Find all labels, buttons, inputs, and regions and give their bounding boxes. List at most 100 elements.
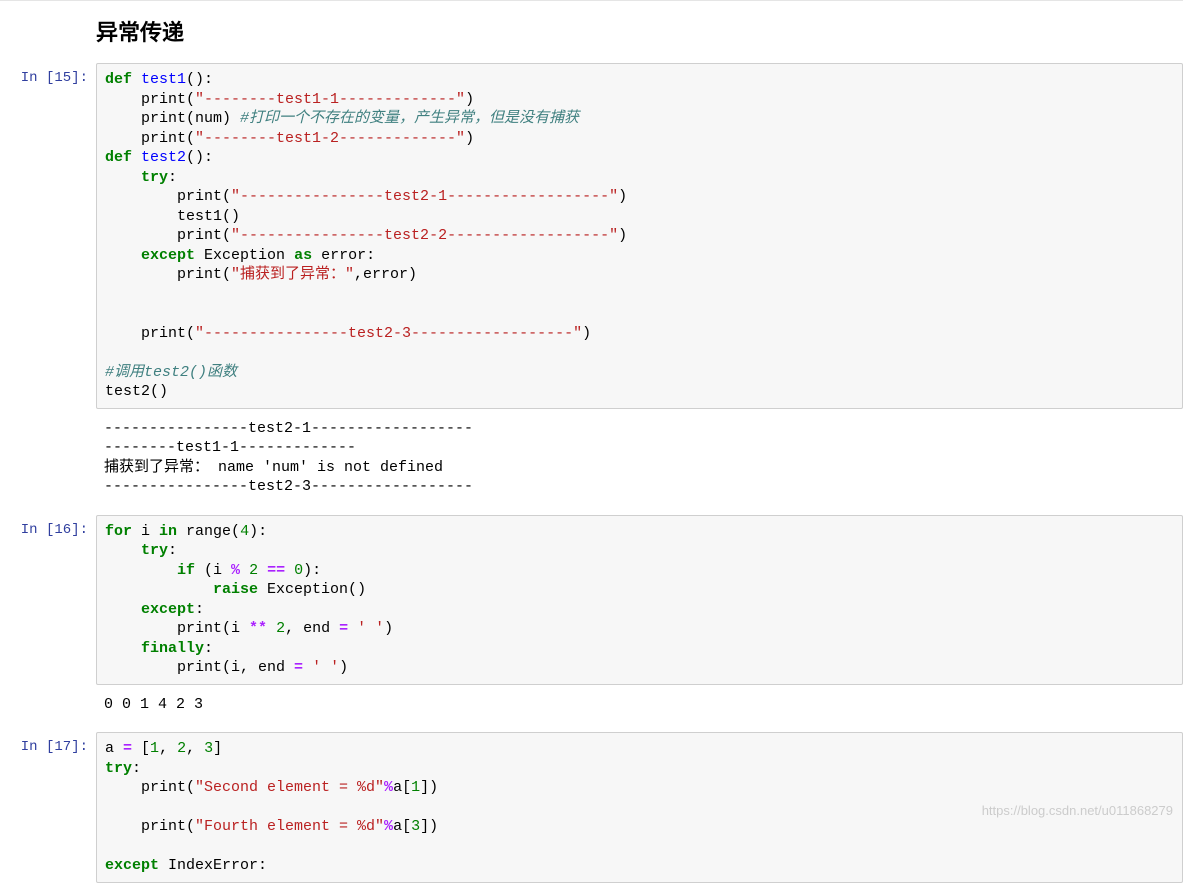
code-token: == [267, 562, 285, 579]
input-prompt: In [17]: [0, 732, 96, 883]
code-token [105, 562, 177, 579]
code-token [105, 640, 141, 657]
code-token [105, 601, 141, 618]
code-token: print( [105, 779, 195, 796]
code-token: IndexError: [159, 857, 267, 874]
code-token: 2 [249, 562, 258, 579]
code-token: range( [177, 523, 240, 540]
code-token [105, 247, 141, 264]
code-token [303, 659, 312, 676]
code-token: "捕获到了异常：" [231, 266, 354, 283]
code-token: ' ' [357, 620, 384, 637]
code-token: a[ [393, 779, 411, 796]
code-token [105, 542, 141, 559]
code-token: Exception() [258, 581, 366, 598]
code-token: print( [105, 188, 231, 205]
code-token: print( [105, 227, 231, 244]
code-token: % [384, 818, 393, 835]
code-token: "--------test1-2-------------" [195, 130, 465, 147]
code-token: print( [105, 130, 195, 147]
code-token: % [231, 562, 240, 579]
code-token: ]) [420, 779, 438, 796]
code-token: 1 [150, 740, 159, 757]
code-token: "----------------test2-2----------------… [231, 227, 618, 244]
code-token: 4 [240, 523, 249, 540]
code-token: = [339, 620, 348, 637]
output-prompt [0, 689, 96, 721]
code-token: print(i [105, 620, 249, 637]
code-token: in [159, 523, 177, 540]
code-token: 3 [204, 740, 213, 757]
code-token: : [168, 169, 177, 186]
code-token: "--------test1-1-------------" [195, 91, 465, 108]
cell-gap [0, 503, 1183, 515]
output-text: ----------------test2-1-----------------… [96, 413, 1183, 503]
code-input[interactable]: for i in range(4): try: if (i % 2 == 0):… [96, 515, 1183, 685]
code-token: raise [213, 581, 258, 598]
code-token [240, 562, 249, 579]
code-token: for [105, 523, 132, 540]
code-token: "----------------test2-3----------------… [195, 325, 582, 342]
code-token: error: [312, 247, 375, 264]
heading-text: 异常传递 [96, 15, 1183, 47]
notebook: 异常传递 In [15]:def test1(): print("-------… [0, 0, 1183, 895]
code-input[interactable]: def test1(): print("--------test1-1-----… [96, 63, 1183, 409]
code-token [267, 620, 276, 637]
code-token: ]) [420, 818, 438, 835]
output-prompt [0, 413, 96, 503]
output-cell: ----------------test2-1-----------------… [0, 413, 1183, 503]
watermark: https://blog.csdn.net/u011868279 [982, 803, 1173, 818]
code-token: print( [105, 818, 195, 835]
code-token: print( [105, 266, 231, 283]
code-token: print(i, end [105, 659, 294, 676]
code-token: = [123, 740, 132, 757]
code-token: 1 [411, 779, 420, 796]
code-token: % [384, 779, 393, 796]
code-token: (): [186, 71, 213, 88]
code-token: = [294, 659, 303, 676]
code-token: try [141, 542, 168, 559]
divider [0, 0, 1183, 1]
code-token: finally [141, 640, 204, 657]
code-token: , end [285, 620, 339, 637]
code-token: #打印一个不存在的变量，产生异常，但是没有捕获 [240, 110, 579, 127]
code-token: ) [339, 659, 348, 676]
code-token: 2 [276, 620, 285, 637]
code-token [285, 562, 294, 579]
code-token: test1() [105, 208, 240, 225]
code-token: test1 [141, 71, 186, 88]
output-cell: 0 0 1 4 2 3 [0, 689, 1183, 721]
code-token: except [141, 601, 195, 618]
code-token: ] [213, 740, 222, 757]
cells-container: In [15]:def test1(): print("--------test… [0, 63, 1183, 895]
code-token: ' ' [312, 659, 339, 676]
code-token: [ [132, 740, 150, 757]
code-cell: In [15]:def test1(): print("--------test… [0, 63, 1183, 409]
code-token: except [141, 247, 195, 264]
cell-gap [0, 720, 1183, 732]
code-token: ) [465, 91, 474, 108]
code-token: 2 [177, 740, 186, 757]
code-token: #调用test2()函数 [105, 364, 237, 381]
code-cell: In [16]:for i in range(4): try: if (i % … [0, 515, 1183, 685]
code-token [132, 149, 141, 166]
heading-cell: 异常传递 [0, 5, 1183, 63]
code-token [105, 169, 141, 186]
code-token: try [105, 760, 132, 777]
code-token: i [132, 523, 159, 540]
code-token: (): [186, 149, 213, 166]
code-token [348, 620, 357, 637]
code-token: 0 [294, 562, 303, 579]
code-token: : [168, 542, 177, 559]
code-token [105, 581, 213, 598]
input-prompt: In [16]: [0, 515, 96, 685]
code-token: ) [384, 620, 393, 637]
code-token: ) [465, 130, 474, 147]
code-token: (i [195, 562, 231, 579]
code-token: Exception [195, 247, 294, 264]
code-token: ) [582, 325, 591, 342]
code-token: as [294, 247, 312, 264]
output-text: 0 0 1 4 2 3 [96, 689, 1183, 721]
code-token: except [105, 857, 159, 874]
code-token [132, 71, 141, 88]
